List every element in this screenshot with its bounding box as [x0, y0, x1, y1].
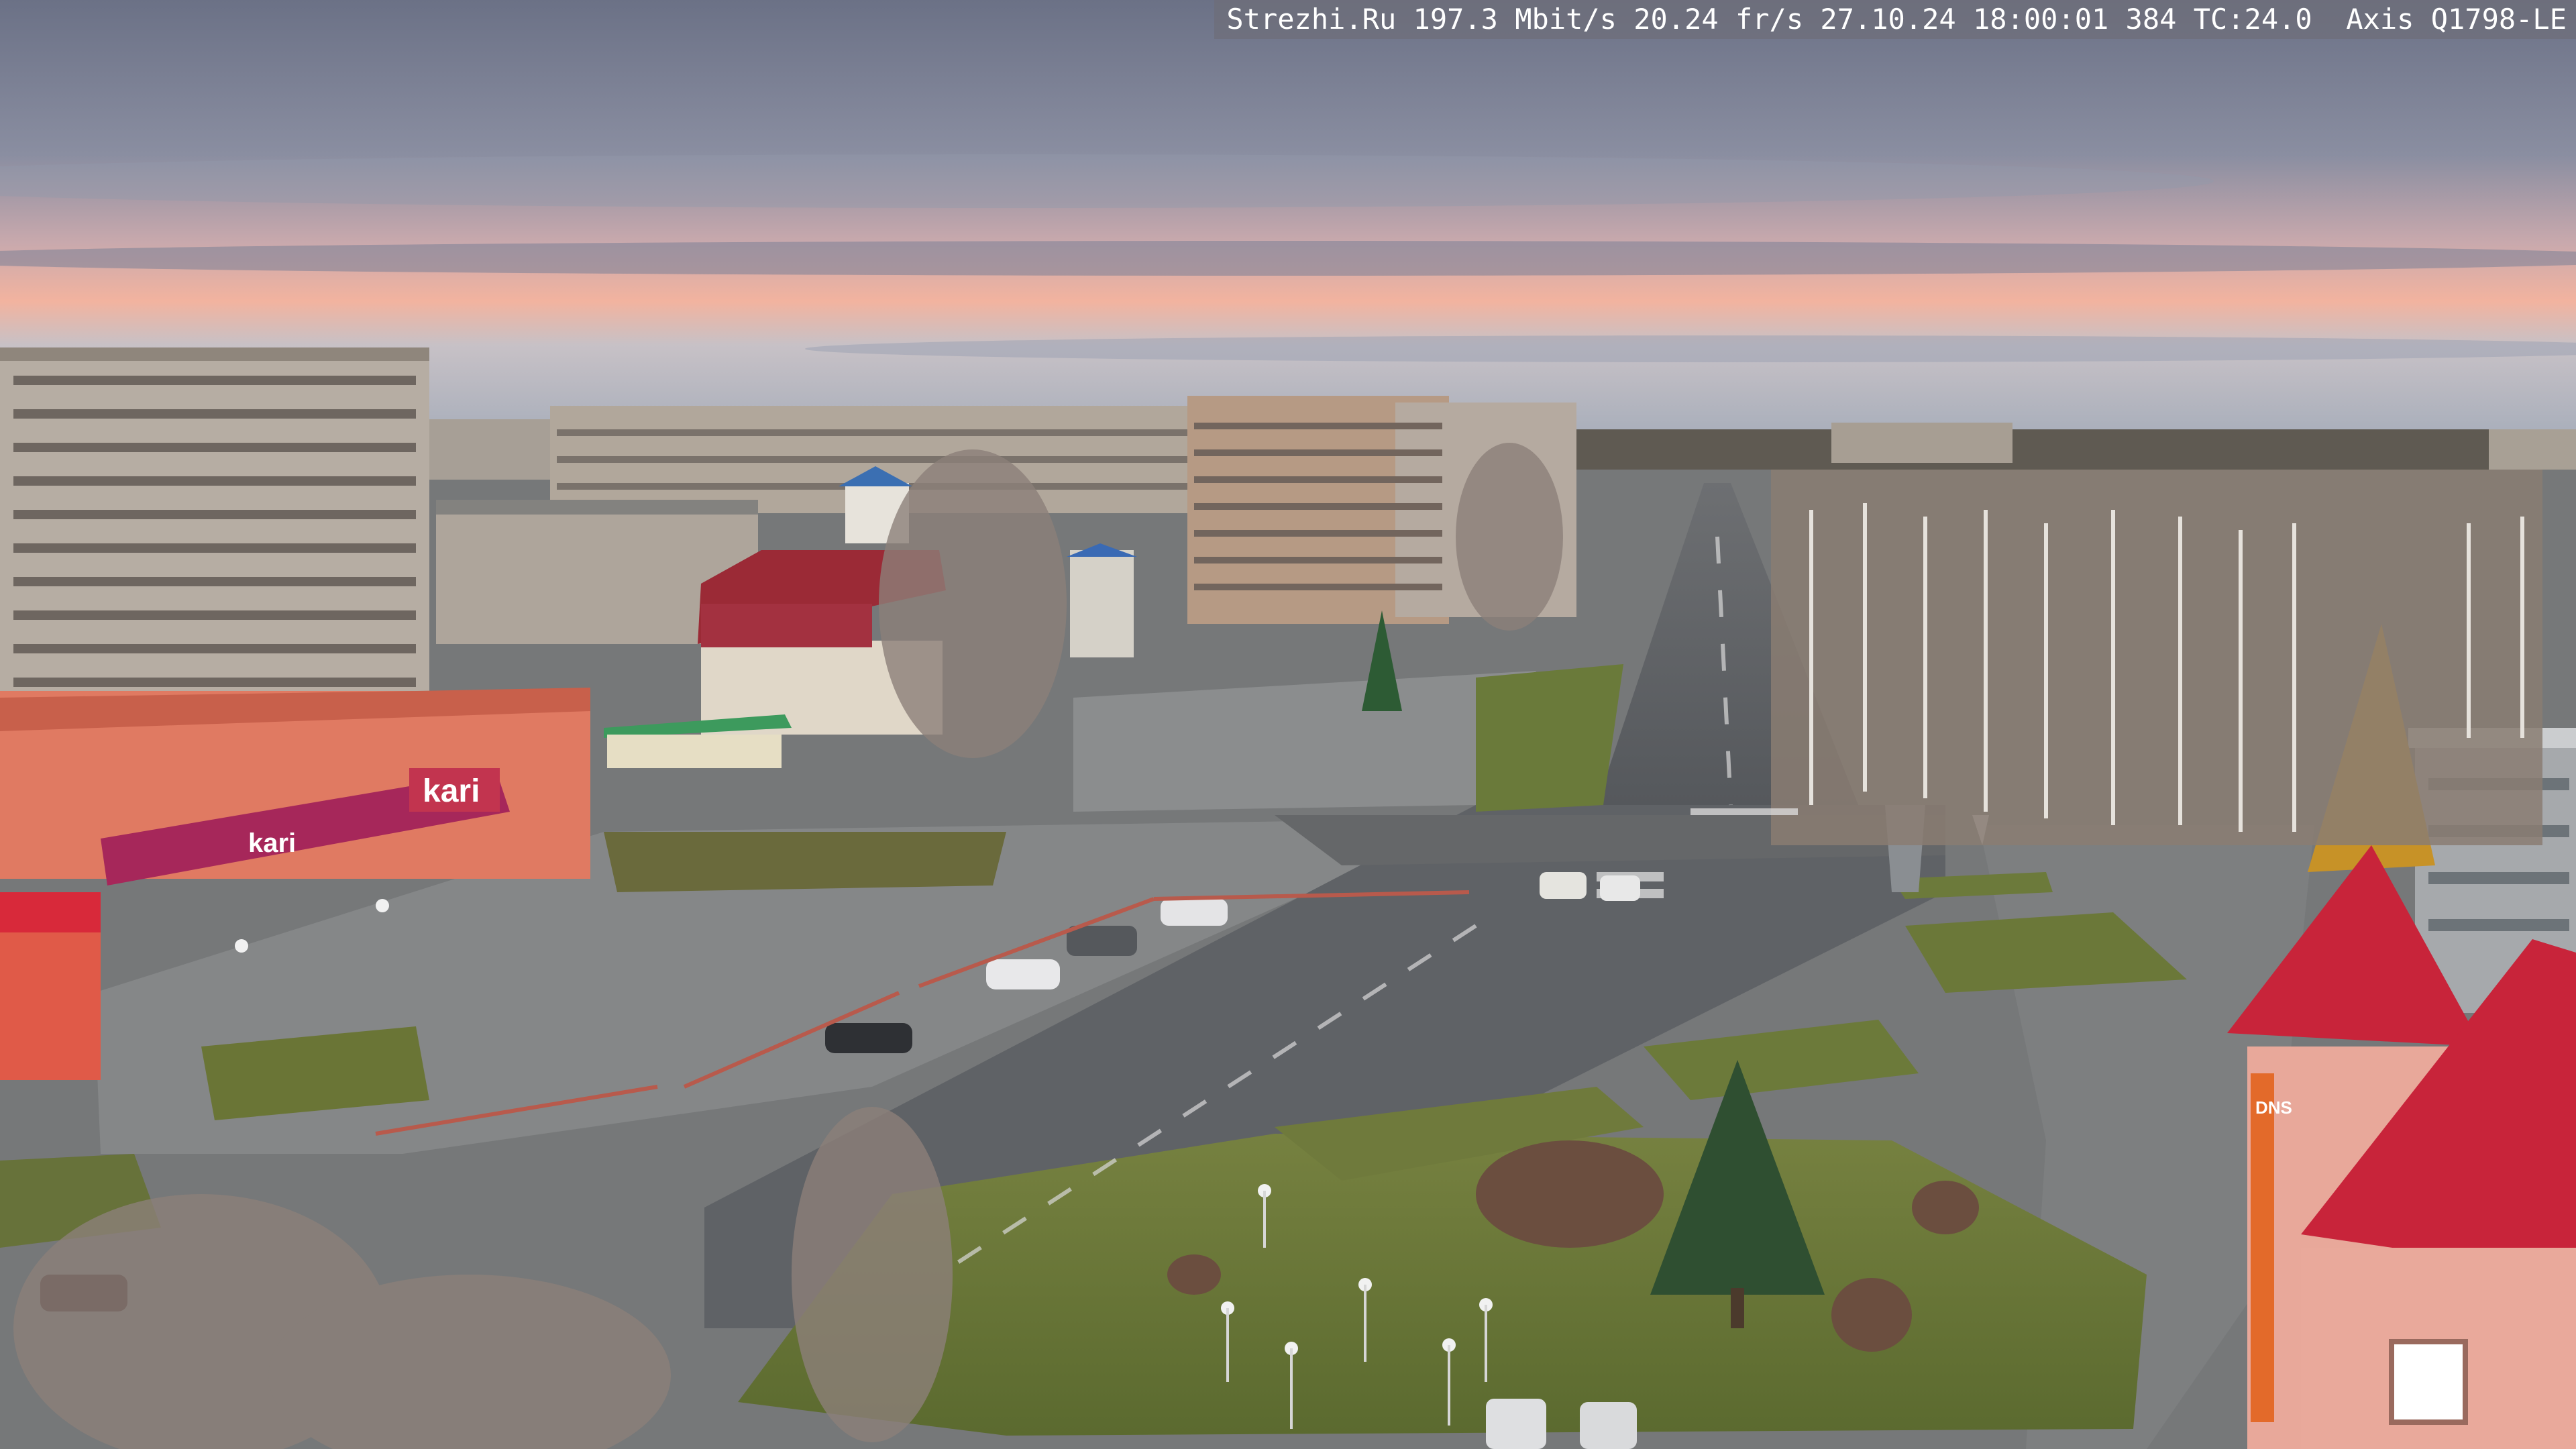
lawn-plaza-center — [1476, 664, 1623, 812]
mid-left-roof — [436, 500, 758, 515]
background-block-right — [1831, 423, 2012, 463]
background-block-1 — [429, 419, 564, 480]
city-street-photo: kari kari DNS — [0, 0, 2576, 1449]
kari-store-sign: kari — [423, 773, 480, 809]
background-block-far-right — [2489, 429, 2576, 470]
dns-sign-panel — [2251, 1073, 2274, 1422]
white-car — [1600, 875, 1640, 901]
dns-window — [2389, 1339, 2468, 1425]
red-roof-building-facade — [701, 604, 872, 647]
white-car — [1580, 1402, 1637, 1449]
gray-car — [40, 1275, 127, 1311]
red-awning-left — [0, 892, 101, 932]
kari-banner-sign: kari — [248, 828, 296, 858]
white-car — [1540, 872, 1587, 899]
lawn-behind — [604, 832, 1006, 892]
webcam-scene: kari kari DNS Strezhi.Ru 197.3 Mbit/s 20… — [0, 0, 2576, 1449]
birch-grove — [1771, 470, 2542, 845]
dns-store-sign: DNS — [2255, 1097, 2292, 1118]
cloud-band — [0, 241, 2576, 276]
dark-car — [825, 1023, 912, 1053]
pine-trunk — [1731, 1288, 1744, 1328]
white-car — [1161, 899, 1228, 926]
camera-info-overlay: Strezhi.Ru 197.3 Mbit/s 20.24 fr/s 27.10… — [1214, 0, 2576, 39]
gray-suv — [1067, 926, 1137, 956]
blue-roof-building — [1070, 550, 1134, 657]
white-car — [986, 959, 1060, 989]
green-roof-shop — [607, 735, 782, 768]
apartment-roof-left — [0, 347, 429, 361]
white-car — [1486, 1399, 1546, 1449]
